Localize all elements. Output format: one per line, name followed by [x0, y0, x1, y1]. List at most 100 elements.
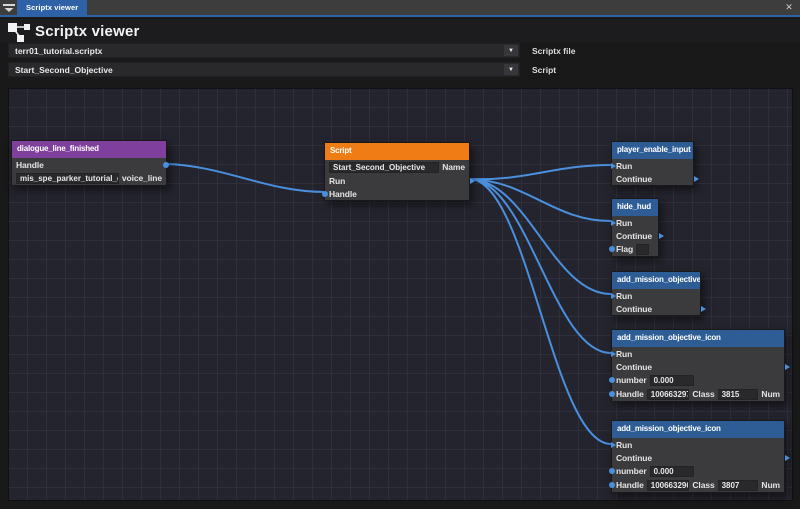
node-title[interactable]: Script	[325, 143, 469, 160]
script-select[interactable]: Start_Second_Objective ▼	[8, 62, 520, 77]
value-box[interactable]: 0.000	[650, 466, 694, 477]
row-label: Handle	[16, 160, 44, 170]
value-box[interactable]: mis_spe_parker_tutorial_dan_	[16, 173, 119, 184]
row-label: Handle	[329, 189, 357, 199]
node-player_enable_input[interactable]: player_enable_input Run Continue	[611, 141, 694, 186]
node-row: mis_spe_parker_tutorial_dan_voice_line	[12, 171, 166, 185]
input-data-port-icon[interactable]	[609, 482, 615, 488]
app-header: Scriptx viewer	[0, 19, 800, 43]
node-title[interactable]: hide_hud	[612, 199, 658, 216]
row-label: Continue	[616, 362, 652, 372]
close-button[interactable]: ✕	[778, 0, 800, 15]
row-label: Run	[616, 349, 632, 359]
output-flow-port-icon[interactable]	[785, 364, 790, 370]
node-row: number0.000	[612, 373, 784, 387]
node-row: Start_Second_ObjectiveName	[325, 160, 469, 174]
output-flow-port-icon[interactable]	[785, 455, 790, 461]
input-flow-port-icon[interactable]	[611, 220, 616, 226]
row-label: Num	[761, 480, 780, 490]
node-dialogue_line_finished[interactable]: dialogue_line_finishedHandlemis_spe_park…	[11, 140, 167, 186]
node-row: number0.000	[612, 464, 784, 478]
input-data-port-icon[interactable]	[609, 391, 615, 397]
output-data-port-icon[interactable]	[163, 162, 169, 168]
input-data-port-icon[interactable]	[609, 377, 615, 383]
input-data-port-icon[interactable]	[609, 246, 615, 252]
chevron-down-icon[interactable]: ▼	[504, 45, 518, 56]
node-row: Handle	[12, 158, 166, 171]
node-row: Run	[325, 174, 469, 187]
value-box[interactable]: 1006632967	[647, 480, 690, 491]
row-label: Run	[616, 161, 632, 171]
node-row: Flag	[612, 242, 658, 256]
node-title[interactable]: add_mission_objective_icon	[612, 330, 784, 347]
row-label: Run	[616, 218, 632, 228]
node-add_mission_objective[interactable]: add_mission_objectiveRun Continue	[611, 271, 701, 316]
node-row: Run	[612, 159, 693, 172]
node-title[interactable]: player_enable_input	[612, 142, 693, 159]
node-script[interactable]: ScriptStart_Second_ObjectiveNameRunHandl…	[324, 142, 470, 201]
row-label: Num	[761, 389, 780, 399]
tab-label: Scriptx viewer	[26, 3, 78, 12]
row-label: number	[616, 375, 647, 385]
node-title[interactable]: dialogue_line_finished	[12, 141, 166, 158]
value-box[interactable]: 3807	[718, 480, 759, 491]
scriptx-file-row: terr01_tutorial.scriptx ▼ Scriptx file	[8, 43, 575, 58]
node-graph-canvas[interactable]: dialogue_line_finishedHandlemis_spe_park…	[8, 88, 793, 501]
node-row: Continue	[612, 172, 693, 185]
row-label: Class	[692, 480, 714, 490]
node-title[interactable]: add_mission_objective	[612, 272, 700, 289]
row-label: Run	[616, 440, 632, 450]
script-row: Start_Second_Objective ▼ Script	[8, 62, 556, 77]
node-row: Handle1006632967Class3807Num	[612, 478, 784, 492]
node-row: Run	[612, 289, 700, 302]
node-row: Continue	[612, 302, 700, 315]
node-row: Continue	[612, 451, 784, 464]
app-logo-icon	[7, 20, 32, 43]
input-flow-port-icon[interactable]	[611, 163, 616, 169]
value-box[interactable]: 3815	[718, 389, 759, 400]
output-flow-port-icon[interactable]	[470, 178, 475, 184]
row-label: Class	[692, 389, 714, 399]
row-label: Continue	[616, 304, 652, 314]
node-row: Continue	[612, 229, 658, 242]
node-layer: dialogue_line_finishedHandlemis_spe_park…	[9, 89, 792, 500]
chevron-down-icon[interactable]: ▼	[504, 64, 518, 75]
title-bar: Scriptx viewer ✕	[0, 0, 800, 17]
input-flow-port-icon[interactable]	[611, 293, 616, 299]
row-label: Name	[442, 162, 465, 172]
scriptx-file-value: terr01_tutorial.scriptx	[15, 46, 102, 56]
value-box[interactable]: 1006632971	[647, 389, 690, 400]
node-row: Handle1006632971Class3815Num	[612, 387, 784, 401]
tab-scriptx-viewer[interactable]: Scriptx viewer	[17, 0, 87, 15]
row-label: Continue	[616, 174, 652, 184]
input-flow-port-icon[interactable]	[611, 351, 616, 357]
row-label: Run	[329, 176, 345, 186]
input-data-port-icon[interactable]	[609, 468, 615, 474]
input-data-port-icon[interactable]	[322, 191, 328, 197]
script-label: Script	[532, 65, 556, 75]
output-flow-port-icon[interactable]	[659, 233, 664, 239]
row-label: number	[616, 466, 647, 476]
node-row: Run	[612, 347, 784, 360]
row-label: voice_line	[122, 173, 162, 183]
menu-button[interactable]	[0, 0, 17, 15]
scriptx-file-select[interactable]: terr01_tutorial.scriptx ▼	[8, 43, 520, 58]
output-flow-port-icon[interactable]	[701, 306, 706, 312]
row-label: Continue	[616, 453, 652, 463]
input-flow-port-icon[interactable]	[611, 442, 616, 448]
value-box[interactable]	[636, 244, 649, 255]
script-value: Start_Second_Objective	[15, 65, 113, 75]
row-label: Continue	[616, 231, 652, 241]
row-label: Flag	[616, 244, 633, 254]
node-hide_hud[interactable]: hide_hud Run Continue Flag	[611, 198, 659, 257]
node-row: Handle	[325, 187, 469, 200]
output-flow-port-icon[interactable]	[694, 176, 699, 182]
value-box[interactable]: Start_Second_Objective	[329, 162, 439, 173]
scriptx-file-label: Scriptx file	[532, 46, 575, 56]
close-icon: ✕	[785, 2, 793, 13]
node-row: Continue	[612, 360, 784, 373]
node-title[interactable]: add_mission_objective_icon	[612, 421, 784, 438]
node-add_mission_objective_icon_2[interactable]: add_mission_objective_iconRunContinuenum…	[611, 420, 785, 493]
value-box[interactable]: 0.000	[650, 375, 694, 386]
node-add_mission_objective_icon_1[interactable]: add_mission_objective_iconRunContinuenum…	[611, 329, 785, 402]
